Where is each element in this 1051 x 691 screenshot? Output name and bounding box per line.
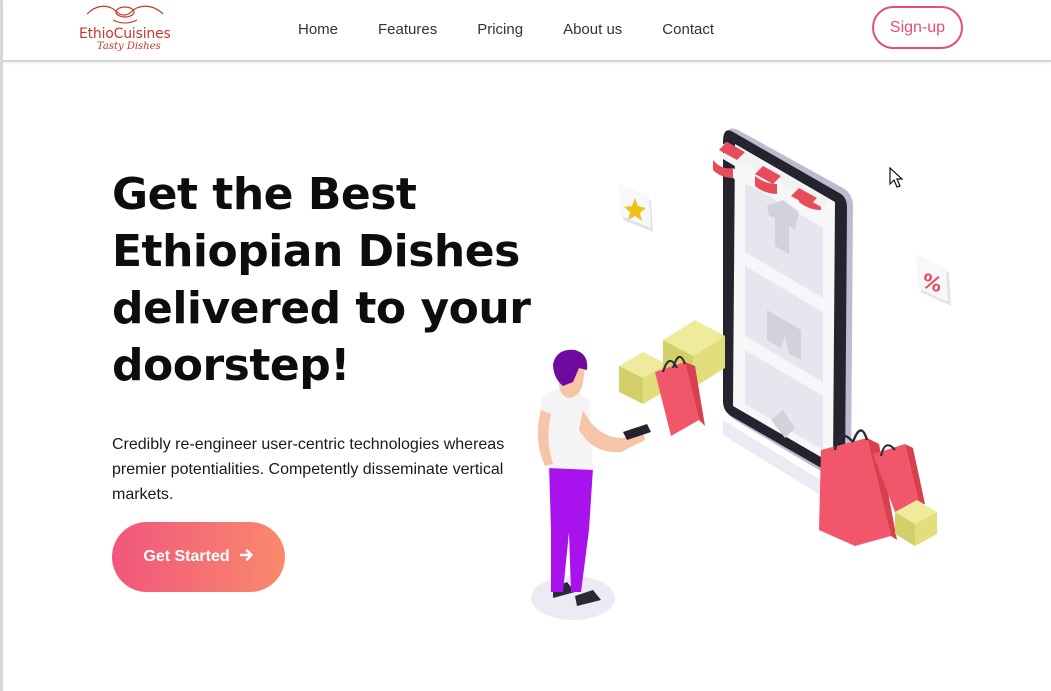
brand-logo[interactable]: EthioCuisines Tasty Dishes bbox=[75, 2, 175, 54]
star-icon bbox=[619, 184, 653, 232]
nav-features[interactable]: Features bbox=[378, 21, 437, 38]
nav-pricing[interactable]: Pricing bbox=[477, 21, 523, 38]
shopping-illustration: % bbox=[531, 128, 951, 620]
hero-description: Credibly re-engineer user-centric techno… bbox=[112, 436, 505, 503]
nav-about[interactable]: About us bbox=[563, 21, 622, 38]
get-started-button[interactable]: Get Started bbox=[112, 522, 285, 592]
logo-swirl-icon bbox=[86, 5, 164, 24]
navbar: EthioCuisines Tasty Dishes Home Features… bbox=[3, 0, 1051, 62]
nav-home[interactable]: Home bbox=[298, 21, 338, 38]
nav-contact[interactable]: Contact bbox=[662, 21, 714, 38]
arrow-right-icon bbox=[239, 548, 254, 567]
get-started-label: Get Started bbox=[143, 548, 230, 565]
brand-name: EthioCuisines bbox=[79, 26, 171, 42]
hero-title: Get the Best Ethiopian Dishes delivered … bbox=[112, 169, 531, 391]
mouse-pointer-icon bbox=[889, 167, 904, 188]
brand-tagline: Tasty Dishes bbox=[97, 41, 161, 52]
percent-icon: % bbox=[916, 254, 951, 306]
signup-button[interactable]: Sign-up bbox=[872, 6, 963, 49]
nav-links: Home Features Pricing About us Contact bbox=[298, 21, 754, 38]
